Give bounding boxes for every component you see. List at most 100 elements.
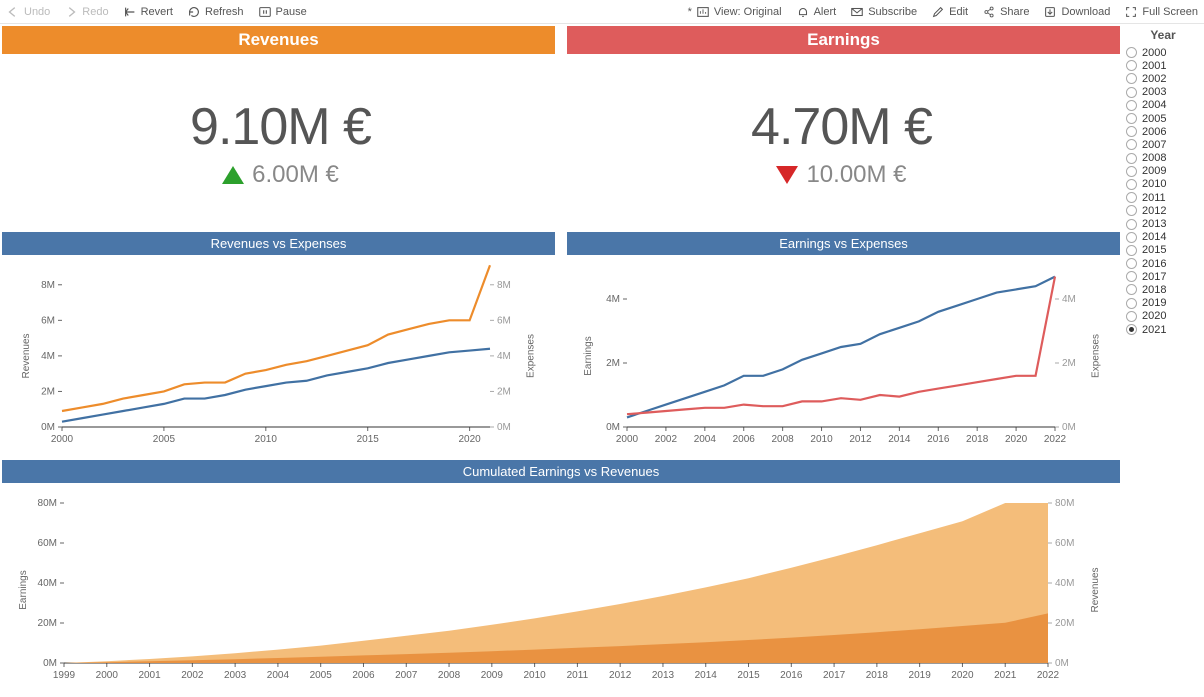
y-axis-right-label: Revenues [1090,567,1101,612]
svg-text:20M: 20M [38,618,57,629]
svg-text:2002: 2002 [181,670,204,681]
cumulated-chart[interactable]: 0M20M40M60M80M0M20M40M60M80M199920002001… [2,483,1110,689]
year-option-2004[interactable]: 2004 [1126,99,1200,112]
radio-icon [1126,139,1137,150]
svg-text:2015: 2015 [357,434,380,445]
download-icon [1043,5,1057,19]
svg-text:2009: 2009 [481,670,504,681]
revenues-vs-expenses-chart[interactable]: 0M2M4M6M8M0M2M4M6M8M20002005201020152020 [2,255,550,453]
radio-icon [1126,192,1137,203]
svg-text:2022: 2022 [1037,670,1060,681]
earnings-header: Earnings [567,26,1120,54]
redo-button[interactable]: Redo [64,5,108,19]
year-option-2006[interactable]: 2006 [1126,125,1200,138]
svg-text:2021: 2021 [994,670,1017,681]
radio-icon [1126,311,1137,322]
year-option-2003[interactable]: 2003 [1126,86,1200,99]
earnings-vs-expenses-panel: Earnings vs Expenses Earnings Expenses 0… [567,232,1120,456]
year-option-2021[interactable]: 2021 [1126,323,1200,336]
year-option-2011[interactable]: 2011 [1126,191,1200,204]
radio-icon [1126,205,1137,216]
share-button[interactable]: Share [982,5,1029,19]
svg-text:2010: 2010 [523,670,546,681]
year-option-2016[interactable]: 2016 [1126,257,1200,270]
triangle-up-icon [222,166,244,184]
year-option-2014[interactable]: 2014 [1126,231,1200,244]
svg-text:60M: 60M [38,538,57,549]
svg-text:2M: 2M [41,386,55,397]
y-axis-left-label: Earnings [583,336,594,375]
undo-button[interactable]: Undo [6,5,50,19]
bell-icon [796,5,810,19]
year-label: 2009 [1142,165,1166,177]
svg-text:2020: 2020 [951,670,974,681]
svg-text:8M: 8M [497,280,511,291]
y-axis-right-label: Expenses [1091,334,1102,378]
svg-text:80M: 80M [38,498,57,509]
svg-text:2014: 2014 [888,434,911,445]
svg-text:2000: 2000 [96,670,119,681]
edit-button[interactable]: Edit [931,5,968,19]
radio-icon [1126,60,1137,71]
year-option-2015[interactable]: 2015 [1126,244,1200,257]
year-option-2000[interactable]: 2000 [1126,46,1200,59]
svg-text:2003: 2003 [224,670,247,681]
svg-text:2001: 2001 [138,670,161,681]
download-button[interactable]: Download [1043,5,1110,19]
fullscreen-button[interactable]: Full Screen [1124,5,1198,19]
year-option-2007[interactable]: 2007 [1126,138,1200,151]
year-option-2008[interactable]: 2008 [1126,152,1200,165]
refresh-icon [187,5,201,19]
svg-text:2020: 2020 [1005,434,1028,445]
svg-text:0M: 0M [606,422,620,433]
triangle-down-icon [776,166,798,184]
year-option-2012[interactable]: 2012 [1126,204,1200,217]
radio-icon [1126,113,1137,124]
radio-icon [1126,258,1137,269]
year-option-2018[interactable]: 2018 [1126,283,1200,296]
view-button[interactable]: * View: Original [688,5,782,19]
y-axis-right-label: Expenses [526,334,537,378]
revert-button[interactable]: Revert [123,5,173,19]
svg-text:0M: 0M [1062,422,1076,433]
pause-button[interactable]: Pause [258,5,307,19]
pause-icon [258,5,272,19]
refresh-button[interactable]: Refresh [187,5,244,19]
earnings-vs-expenses-chart[interactable]: 0M2M4M0M2M4M2000200220042006200820102012… [567,255,1115,453]
svg-text:2005: 2005 [310,670,333,681]
year-option-2013[interactable]: 2013 [1126,217,1200,230]
svg-text:4M: 4M [497,351,511,362]
svg-text:2011: 2011 [567,670,589,681]
year-option-2010[interactable]: 2010 [1126,178,1200,191]
year-option-2002[interactable]: 2002 [1126,72,1200,85]
revenues-kpi-delta: 6.00M € [252,161,339,189]
year-option-2005[interactable]: 2005 [1126,112,1200,125]
svg-text:2016: 2016 [927,434,950,445]
view-icon [696,5,710,19]
svg-text:2018: 2018 [866,670,889,681]
svg-text:0M: 0M [43,658,57,669]
svg-text:2010: 2010 [255,434,278,445]
svg-text:2012: 2012 [609,670,632,681]
svg-text:2008: 2008 [438,670,461,681]
year-label: 2004 [1142,99,1166,111]
year-option-2017[interactable]: 2017 [1126,270,1200,283]
year-label: 2017 [1142,271,1166,283]
year-option-2001[interactable]: 2001 [1126,59,1200,72]
alert-button[interactable]: Alert [796,5,837,19]
year-label: 2002 [1142,73,1166,85]
year-option-2019[interactable]: 2019 [1126,297,1200,310]
toolbar: Undo Redo Revert Refresh Pause * View: O… [0,0,1204,24]
year-label: 2012 [1142,205,1166,217]
year-label: 2005 [1142,113,1166,125]
year-option-2020[interactable]: 2020 [1126,310,1200,323]
svg-text:2006: 2006 [352,670,375,681]
year-filter-panel: Year 20002001200220032004200520062007200… [1122,24,1204,696]
year-label: 2013 [1142,218,1166,230]
svg-text:2M: 2M [1062,358,1076,369]
radio-icon [1126,153,1137,164]
earnings-kpi: 4.70M € 10.00M € [561,54,1122,232]
subscribe-button[interactable]: Subscribe [850,5,917,19]
year-option-2009[interactable]: 2009 [1126,165,1200,178]
radio-icon [1126,298,1137,309]
